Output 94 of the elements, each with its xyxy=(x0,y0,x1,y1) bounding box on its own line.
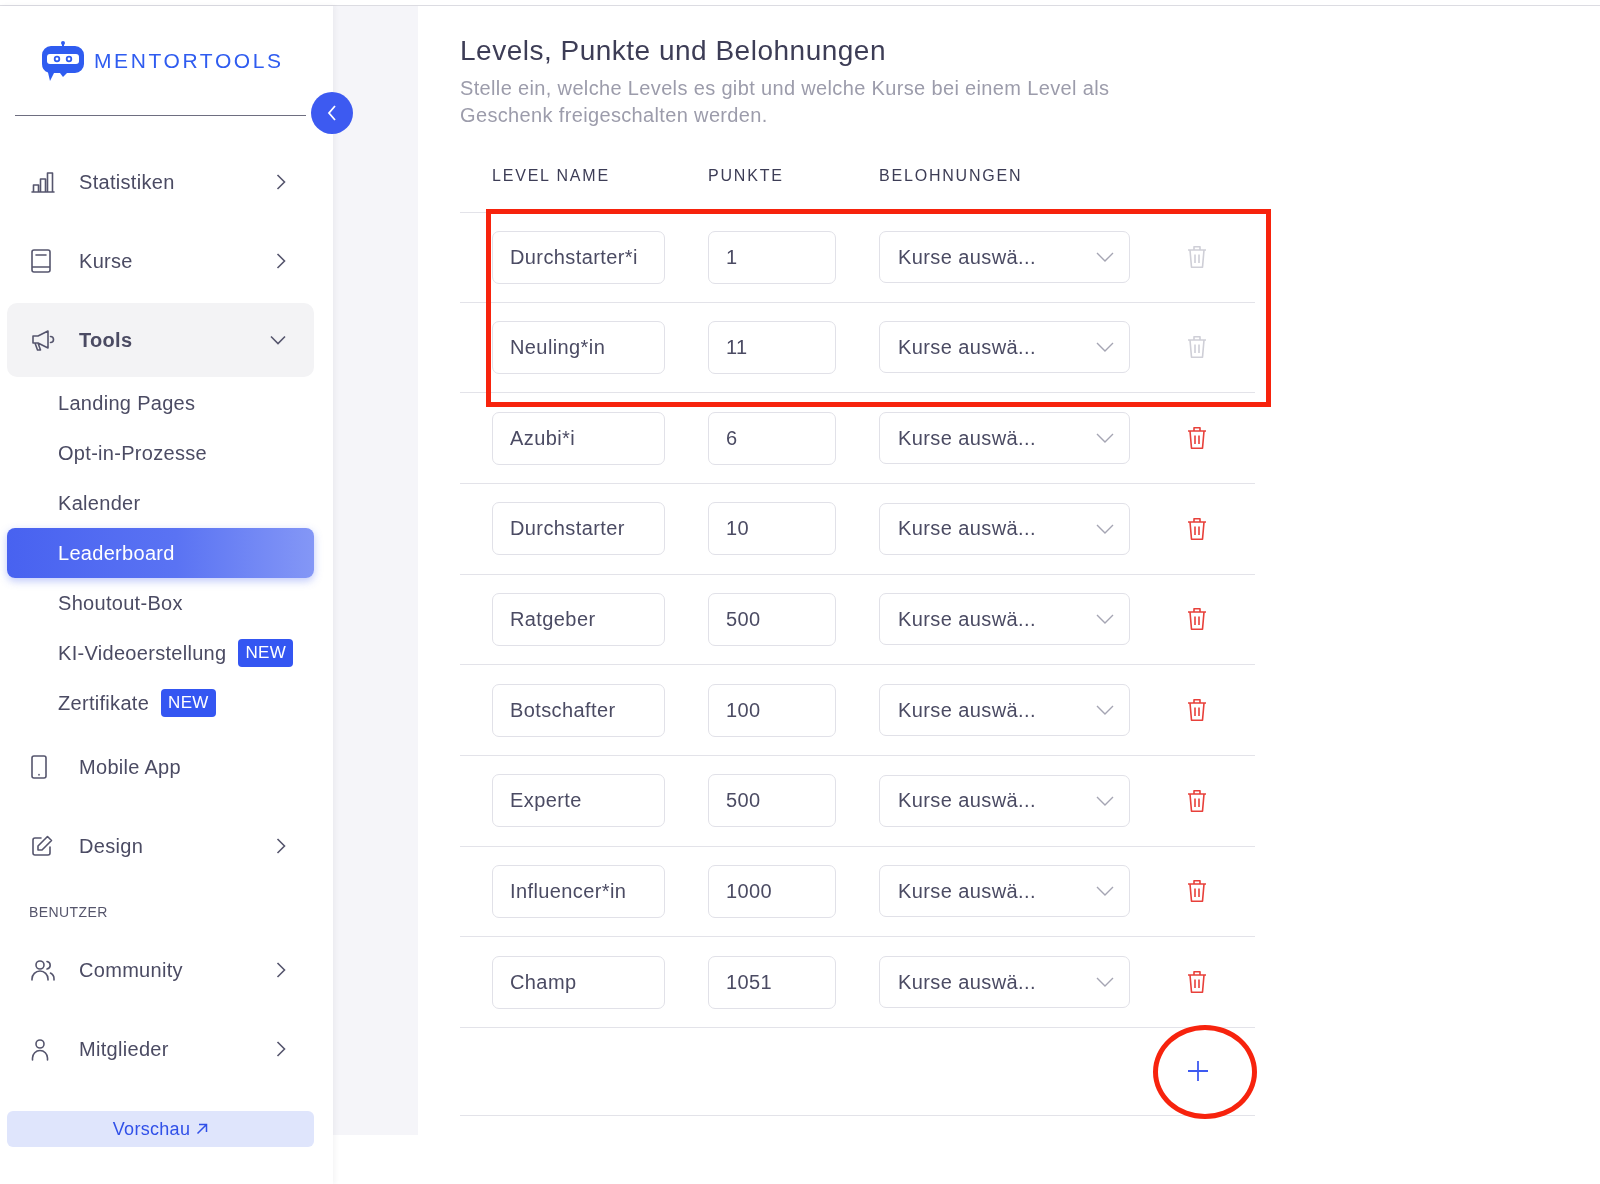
plus-icon xyxy=(1187,1060,1209,1083)
chevron-down-icon xyxy=(1096,977,1114,988)
chevron-down-icon xyxy=(1096,523,1114,534)
sub-nav-item[interactable]: Opt-in-Prozesse xyxy=(7,428,314,478)
trash-icon xyxy=(1187,879,1207,904)
add-level-button[interactable] xyxy=(1187,1060,1209,1083)
logo-text: MENTORTOOLS xyxy=(94,48,284,74)
level-name-field[interactable]: Neuling*in xyxy=(492,321,665,374)
courses-select[interactable]: Kurse auswä... xyxy=(879,774,1130,827)
column-header: BELOHNUNGEN xyxy=(879,167,1023,185)
level-name-field[interactable]: Durchstarter*i xyxy=(492,230,665,284)
column-header: LEVEL NAME xyxy=(492,167,610,185)
chevron-right-icon xyxy=(276,838,286,854)
trash-icon xyxy=(1187,607,1207,632)
chevron-right-icon xyxy=(276,253,286,269)
chevron-down-icon xyxy=(1096,795,1114,806)
points-field[interactable]: 100 xyxy=(708,683,836,737)
sub-nav-item[interactable]: Zertifikate NEW xyxy=(7,678,314,728)
sub-nav-item[interactable]: KI-Videoerstellung NEW xyxy=(7,628,314,678)
robot-chat-icon xyxy=(41,41,85,81)
delete-button[interactable] xyxy=(1187,879,1207,904)
courses-select[interactable]: Kurse auswä... xyxy=(879,321,1130,374)
delete-button[interactable] xyxy=(1187,970,1207,995)
chevron-right-icon xyxy=(276,962,286,978)
chevron-right-icon xyxy=(276,1041,286,1057)
user-icon xyxy=(31,1037,49,1061)
trash-icon xyxy=(1187,426,1207,451)
new-badge: NEW xyxy=(161,689,216,717)
nav-item[interactable]: Tools xyxy=(7,303,314,377)
book-icon xyxy=(31,249,51,273)
external-link-icon xyxy=(196,1123,209,1135)
trash-icon xyxy=(1187,516,1207,541)
points-field[interactable]: 10 xyxy=(708,502,836,556)
level-name-field[interactable]: Experte xyxy=(492,774,665,828)
level-name-field[interactable]: Champ xyxy=(492,955,665,1009)
level-name-field[interactable]: Azubi*i xyxy=(492,411,665,465)
preview-button[interactable]: Vorschau xyxy=(7,1111,314,1147)
chevron-down-icon xyxy=(1096,252,1114,263)
bar-chart-icon xyxy=(31,171,55,193)
nav-item[interactable]: Mitglieder xyxy=(7,1012,314,1086)
sub-nav-item[interactable]: Kalender xyxy=(7,478,314,528)
points-field[interactable]: 1051 xyxy=(708,955,836,1009)
points-field[interactable]: 6 xyxy=(708,411,836,465)
section-label: BENUTZER xyxy=(28,903,109,922)
sub-nav-item[interactable]: Shoutout-Box xyxy=(7,578,314,628)
phone-icon xyxy=(31,755,47,779)
courses-select[interactable]: Kurse auswä... xyxy=(879,231,1130,284)
level-name-field[interactable]: Ratgeber xyxy=(492,592,665,646)
chevron-down-icon xyxy=(1096,342,1114,353)
courses-select[interactable]: Kurse auswä... xyxy=(879,502,1130,555)
points-field[interactable]: 500 xyxy=(708,774,836,828)
chevron-down-icon xyxy=(1096,886,1114,897)
users-icon xyxy=(31,959,55,981)
courses-select[interactable]: Kurse auswä... xyxy=(879,593,1130,646)
delete-button[interactable] xyxy=(1187,788,1207,813)
trash-icon xyxy=(1187,698,1207,723)
chevron-down-icon xyxy=(1096,433,1114,444)
level-name-field[interactable]: Influencer*in xyxy=(492,864,665,918)
courses-select[interactable]: Kurse auswä... xyxy=(879,684,1130,737)
column-header: PUNKTE xyxy=(708,167,784,185)
level-name-field[interactable]: Durchstarter xyxy=(492,502,665,556)
collapse-button[interactable] xyxy=(311,92,353,134)
trash-icon xyxy=(1187,788,1207,813)
courses-select[interactable]: Kurse auswä... xyxy=(879,865,1130,918)
sub-nav-item[interactable]: Leaderboard xyxy=(7,528,314,578)
megaphone-icon xyxy=(31,329,55,351)
chevron-left-icon xyxy=(327,105,337,121)
delete-button[interactable] xyxy=(1187,516,1207,541)
trash-icon xyxy=(1187,335,1207,360)
chevron-down-icon xyxy=(1096,614,1114,625)
trash-icon xyxy=(1187,970,1207,995)
chevron-right-icon xyxy=(276,174,286,190)
nav-item[interactable]: Design xyxy=(7,809,314,883)
chevron-down-icon xyxy=(270,335,286,345)
sub-nav-item[interactable]: Landing Pages xyxy=(7,378,314,428)
level-name-field[interactable]: Botschafter xyxy=(492,683,665,737)
points-field[interactable]: 500 xyxy=(708,592,836,646)
points-field[interactable]: 1 xyxy=(708,230,836,284)
page-title: Levels, Punkte und Belohnungen xyxy=(460,34,887,68)
chevron-down-icon xyxy=(1096,705,1114,716)
points-field[interactable]: 1000 xyxy=(708,864,836,918)
page-description: Stelle ein, welche Levels es gibt und welche Kurse bei einem Level als Geschenk freigeschalten werden. xyxy=(460,76,1111,128)
nav-item[interactable]: Community xyxy=(7,933,314,1007)
nav-item[interactable]: Kurse xyxy=(7,224,314,298)
delete-button[interactable] xyxy=(1187,426,1207,451)
courses-select[interactable]: Kurse auswä... xyxy=(879,956,1130,1009)
courses-select[interactable]: Kurse auswä... xyxy=(879,412,1130,465)
nav-item[interactable]: Mobile App xyxy=(7,730,314,804)
trash-icon xyxy=(1187,245,1207,270)
nav-item[interactable]: Statistiken xyxy=(7,145,314,219)
delete-button[interactable] xyxy=(1187,698,1207,723)
points-field[interactable]: 11 xyxy=(708,321,836,374)
new-badge: NEW xyxy=(238,639,294,667)
delete-button[interactable] xyxy=(1187,607,1207,632)
